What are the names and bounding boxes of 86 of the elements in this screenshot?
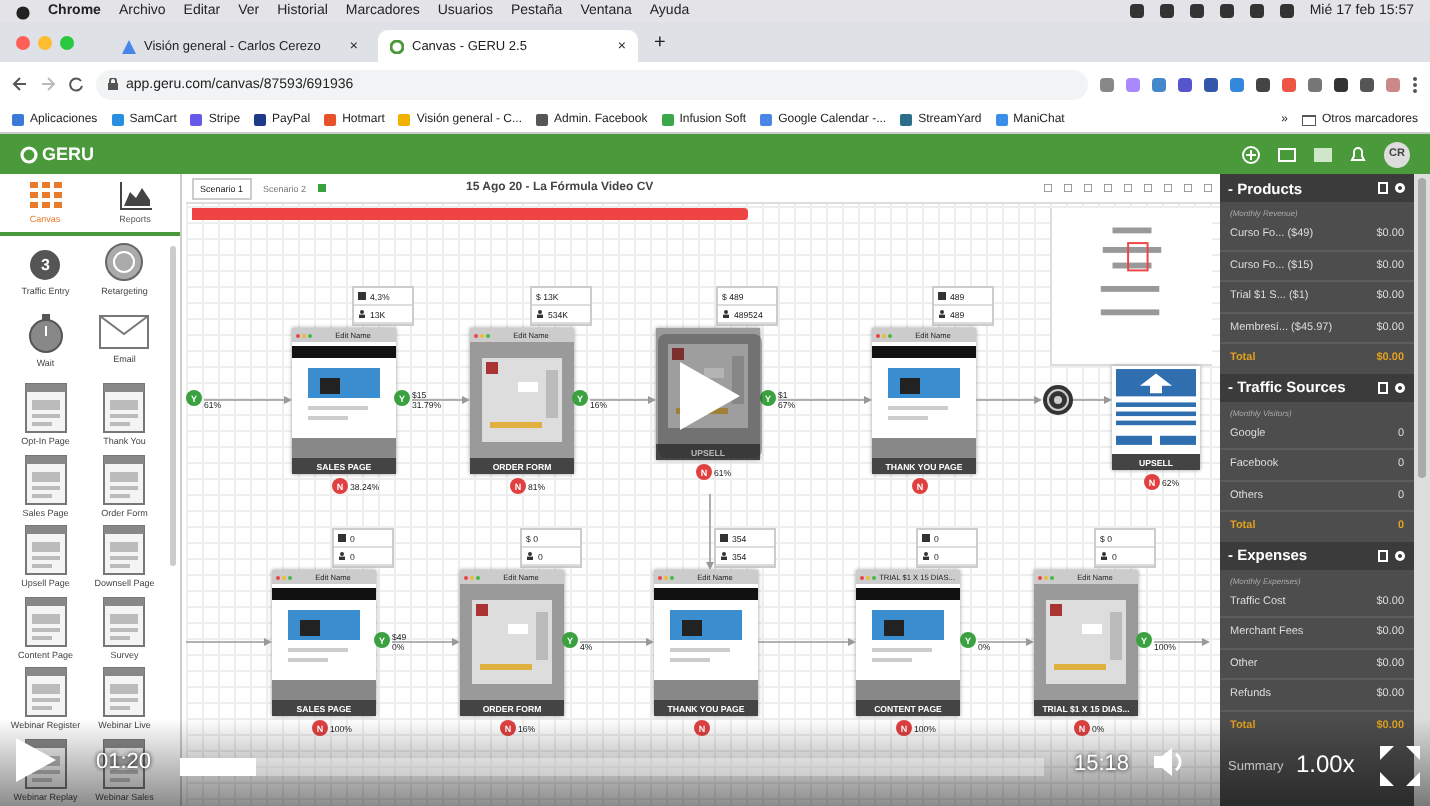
connector-arrow (757, 638, 856, 646)
page-icon (102, 382, 147, 434)
logo-icon[interactable] (16, 3, 30, 19)
page-icon (102, 453, 147, 505)
toolbar-icon[interactable] (1104, 184, 1112, 192)
chart-square-icon (338, 534, 346, 542)
page-preview-drawing (292, 342, 396, 458)
connector-arrow (411, 396, 470, 404)
connector-arrow (186, 638, 272, 646)
settings-icon[interactable] (1394, 549, 1406, 561)
connector-arrow (579, 638, 654, 646)
split-node-icon[interactable] (1042, 384, 1074, 416)
connector-arrow (589, 396, 656, 404)
page-icon (102, 595, 147, 647)
connector-arrow (1069, 396, 1112, 404)
upsell-preview-drawing (1112, 366, 1200, 454)
connector-arrow (977, 638, 1034, 646)
number-badge[interactable]: 3 (30, 250, 61, 280)
person-icon (922, 552, 930, 560)
toolbar-icon[interactable] (1124, 184, 1132, 192)
favicon-icon (122, 39, 136, 53)
document-icon[interactable] (1378, 381, 1388, 393)
add-scenario-icon[interactable] (318, 184, 327, 192)
page-preview-drawing (654, 584, 758, 700)
toolbar-icon[interactable] (1064, 184, 1072, 192)
duration: 15:18 (1074, 752, 1130, 776)
toolbar-icon[interactable] (1184, 184, 1192, 192)
add-icon[interactable] (1242, 145, 1260, 163)
connector-arrow (706, 493, 714, 570)
settings-icon[interactable] (1394, 182, 1406, 194)
chart-square-icon (720, 534, 728, 542)
chart-square-icon (922, 534, 930, 542)
fullscreen-icon[interactable] (1380, 746, 1420, 786)
speed-button[interactable]: 1.00x (1296, 750, 1355, 778)
back-icon[interactable] (12, 76, 28, 92)
lock-icon (108, 78, 118, 90)
person-icon (720, 552, 728, 560)
toolbar-icon[interactable] (1044, 184, 1052, 192)
current-time: 01:20 (96, 750, 152, 774)
toolbar-icon[interactable] (1204, 184, 1212, 192)
page-icon (102, 666, 147, 718)
connector-arrow (391, 638, 460, 646)
person-icon (722, 310, 730, 318)
person-icon (526, 552, 534, 560)
connector-arrow (203, 396, 292, 404)
page-icon (23, 524, 68, 576)
more-icon[interactable] (1412, 75, 1418, 93)
timer-icon (23, 311, 68, 355)
toolbar-icon[interactable] (1144, 184, 1152, 192)
connector-arrow (777, 396, 872, 404)
connector-arrow (1153, 638, 1210, 646)
settings-icon[interactable] (1394, 381, 1406, 393)
envelope-icon (98, 311, 151, 351)
form-preview-drawing (460, 584, 564, 700)
chart-square-icon (358, 292, 366, 300)
page-icon (102, 524, 147, 576)
page-icon (23, 595, 68, 647)
form-preview-drawing (1034, 584, 1138, 700)
connector-arrow (975, 396, 1042, 404)
chart-square-icon (938, 292, 946, 300)
person-icon (536, 310, 544, 318)
folder-icon (1301, 113, 1316, 125)
folder-icon[interactable] (1278, 146, 1296, 162)
page-preview-drawing (272, 584, 376, 700)
person-icon (938, 310, 946, 318)
page-icon (23, 666, 68, 718)
play-icon (676, 358, 744, 434)
toolbar-icon[interactable] (1084, 184, 1092, 192)
document-icon[interactable] (1378, 549, 1388, 561)
page-icon (23, 453, 68, 505)
person-icon (358, 310, 366, 318)
geru-logo[interactable]: GERU (20, 144, 95, 164)
favicon-icon (390, 39, 404, 53)
document-icon[interactable] (1378, 182, 1388, 194)
toolbar-icon[interactable] (1164, 184, 1172, 192)
new-tab-button[interactable]: + (646, 31, 674, 53)
page-preview-drawing (872, 342, 976, 458)
card-icon[interactable] (1314, 147, 1332, 161)
reload-icon[interactable] (68, 76, 84, 92)
person-icon (338, 552, 346, 560)
bell-icon[interactable] (1350, 145, 1366, 163)
form-preview-drawing (470, 342, 574, 458)
close-window-button[interactable] (16, 35, 30, 49)
page-preview-drawing (856, 584, 960, 700)
person-icon (1100, 552, 1108, 560)
page-icon (23, 382, 68, 434)
